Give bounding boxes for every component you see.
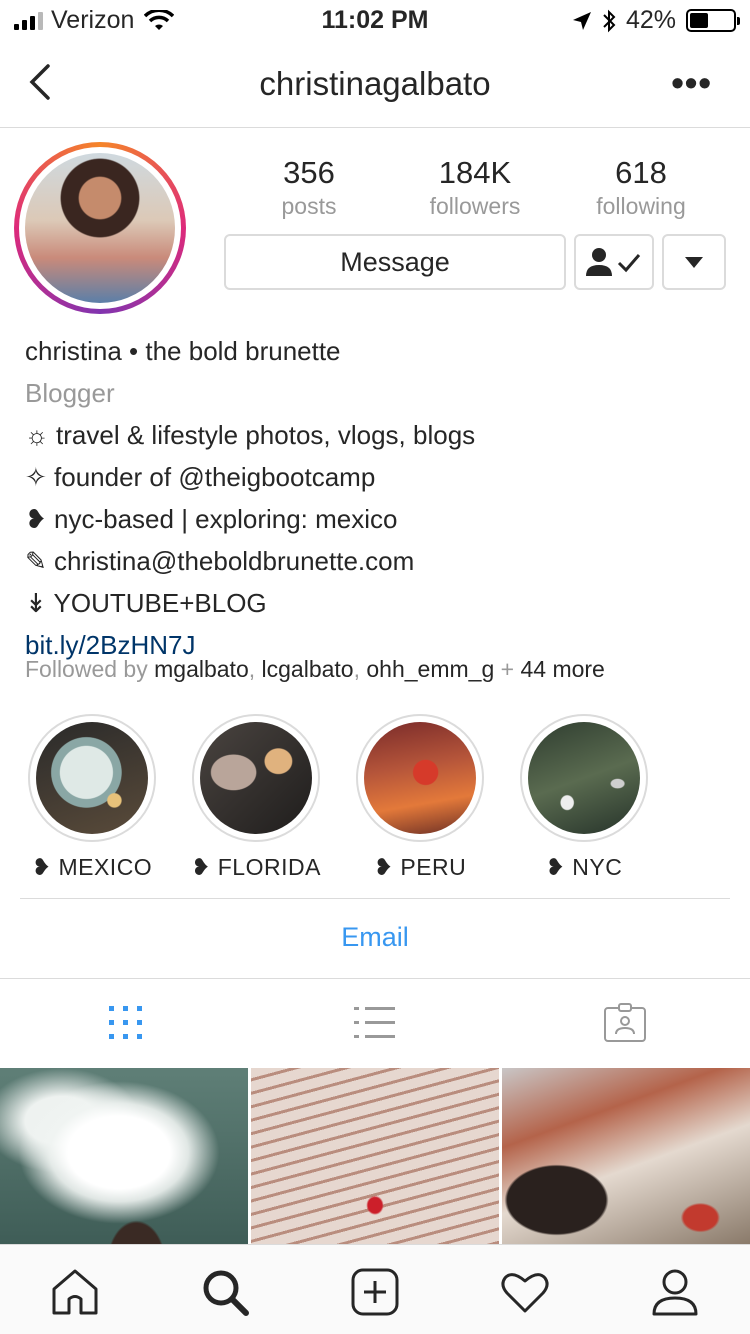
highlight-label: ❥ PERU (373, 854, 467, 880)
suggested-dropdown-button[interactable] (662, 234, 726, 290)
stat-posts[interactable]: 356 posts (226, 155, 392, 220)
home-icon[interactable] (50, 1267, 100, 1317)
stat-label: posts (281, 193, 337, 219)
bluetooth-icon (603, 9, 616, 32)
bio-line: ✧ founder of @theigbootcamp (25, 462, 376, 492)
list-icon[interactable] (353, 1003, 397, 1043)
avatar (25, 153, 175, 303)
profile-nav-bar: christinagalbato ••• (0, 40, 750, 128)
post-thumbnail[interactable] (502, 1068, 750, 1244)
highlight-cover (364, 722, 476, 834)
highlight-florida[interactable]: ❥ FLORIDA (174, 714, 338, 881)
bottom-tab-bar (0, 1244, 750, 1334)
profile-category: Blogger (25, 378, 115, 408)
profile-icon[interactable] (650, 1267, 700, 1317)
profile-stats: 356 posts 184K followers 618 following (226, 155, 726, 220)
stat-followers[interactable]: 184K followers (392, 155, 558, 220)
email-contact-button[interactable]: Email (0, 922, 750, 953)
followed-by-more: 44 more (520, 656, 605, 682)
grid-icon[interactable] (104, 1003, 148, 1043)
followed-by-user: mgalbato (154, 656, 249, 682)
stat-value: 184K (438, 155, 512, 190)
highlight-peru[interactable]: ❥ PERU (338, 714, 502, 881)
battery-icon (686, 9, 740, 32)
post-thumbnail[interactable] (251, 1068, 499, 1244)
post-thumbnail[interactable] (0, 1068, 248, 1244)
highlight-cover (36, 722, 148, 834)
followed-by[interactable]: Followed by mgalbato, lcgalbato, ohh_emm… (25, 656, 605, 683)
highlight-nyc[interactable]: ❥ NYC (502, 714, 666, 881)
activity-heart-icon[interactable] (500, 1267, 550, 1317)
story-highlights: ❥ MEXICO ❥ FLORIDA ❥ PERU ❥ NYC (0, 714, 750, 884)
highlight-label: ❥ MEXICO (31, 854, 153, 880)
bio-line: ❥ nyc-based | exploring: mexico (25, 504, 398, 534)
divider (20, 898, 730, 899)
followed-by-user: ohh_emm_g (366, 656, 495, 682)
location-arrow-icon (572, 11, 591, 30)
highlight-label: ❥ FLORIDA (191, 854, 321, 880)
stat-label: following (596, 193, 686, 219)
tagged-icon[interactable] (603, 1003, 647, 1043)
highlight-mexico[interactable]: ❥ MEXICO (10, 714, 174, 881)
post-grid (0, 1068, 750, 1244)
more-options-icon[interactable]: ••• (671, 62, 712, 104)
person-check-icon (586, 248, 641, 276)
bio-line: ☼ travel & lifestyle photos, vlogs, blog… (25, 420, 476, 450)
followed-by-user: lcgalbato (261, 656, 354, 682)
display-name: christina • the bold brunette (25, 336, 341, 366)
message-button[interactable]: Message (224, 234, 566, 290)
triangle-down-icon (685, 256, 703, 268)
stat-value: 356 (283, 155, 335, 190)
avatar-story-ring[interactable] (14, 142, 186, 314)
search-icon[interactable] (200, 1267, 250, 1317)
stat-value: 618 (615, 155, 667, 190)
highlight-label: ❥ NYC (545, 854, 623, 880)
bio-line: ✎ christina@theboldbrunette.com (25, 546, 415, 576)
stat-following[interactable]: 618 following (558, 155, 724, 220)
stat-label: followers (429, 193, 521, 219)
status-right: 42% (572, 6, 740, 35)
profile-view-tabs (0, 979, 750, 1067)
profile-bio: christina • the bold brunette Blogger ☼ … (25, 330, 725, 666)
bio-line: ↡ YOUTUBE+BLOG (25, 588, 267, 618)
highlight-cover (528, 722, 640, 834)
new-post-icon[interactable] (350, 1267, 400, 1317)
profile-username: christinagalbato (259, 65, 491, 102)
followed-by-prefix: Followed by (25, 656, 148, 682)
status-bar: Verizon 11:02 PM 42% (0, 0, 750, 40)
highlight-cover (200, 722, 312, 834)
battery-percent: 42% (625, 6, 676, 34)
following-button[interactable] (574, 234, 654, 290)
